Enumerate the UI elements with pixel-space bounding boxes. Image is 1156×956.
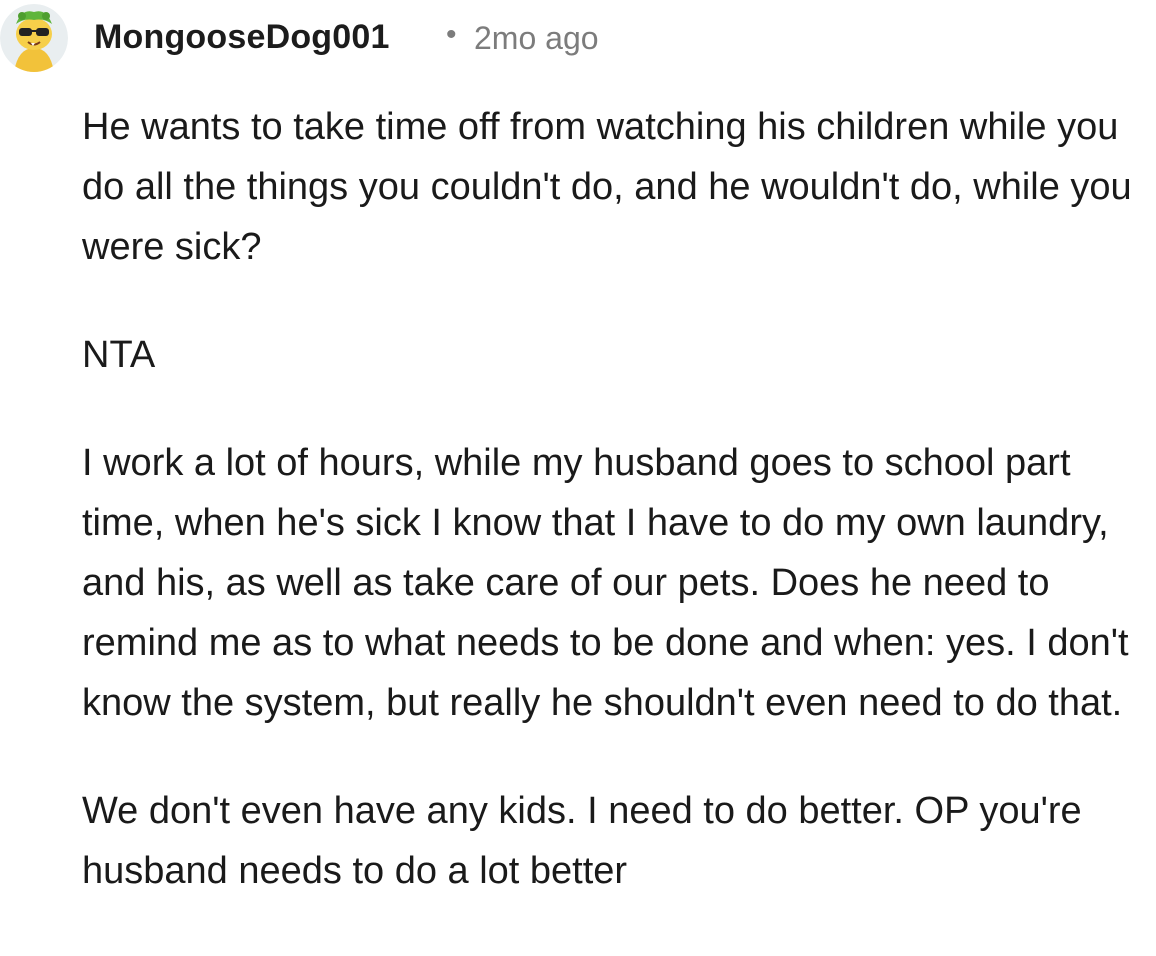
comment-paragraph: NTA: [82, 334, 156, 376]
timestamp: 2mo ago: [474, 20, 599, 56]
comment-header: MongooseDog001 • 2mo ago: [0, 0, 1156, 76]
comment-body: He wants to take time off from watching …: [82, 97, 1154, 901]
cartoon-avatar-icon: [0, 4, 68, 72]
comment-paragraph: I work a lot of hours, while my husband …: [82, 442, 1129, 724]
avatar[interactable]: [0, 4, 68, 72]
comment-paragraph: We don't even have any kids. I need to d…: [82, 790, 1082, 892]
separator-dot: •: [446, 18, 457, 51]
comment-paragraph: He wants to take time off from watching …: [82, 106, 1132, 268]
username[interactable]: MongooseDog001: [94, 18, 390, 57]
